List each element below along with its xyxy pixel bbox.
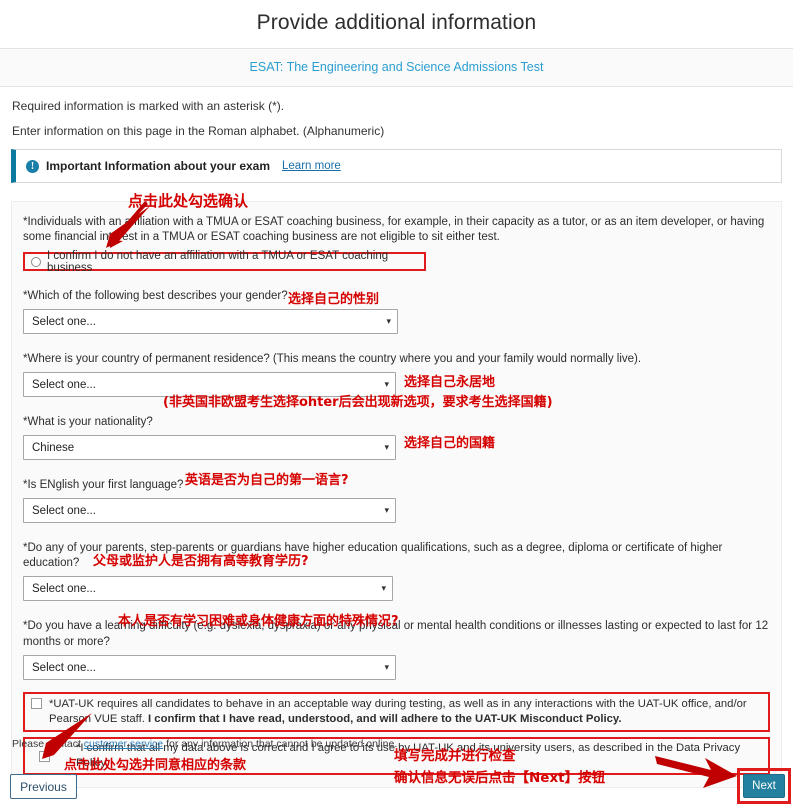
next-button[interactable]: Next <box>743 774 785 798</box>
field-learning-difficulty: *Do you have a learning difficulty (e.g.… <box>23 619 770 680</box>
required-info-note: Required information is marked with an a… <box>12 99 285 113</box>
customer-service-link[interactable]: customer service <box>84 738 163 750</box>
misconduct-text-bold: I confirm that I have read, understood, … <box>148 713 622 725</box>
select-wrap-nationality[interactable]: Chinese ▾ <box>23 435 396 460</box>
select-learning-difficulty[interactable]: Select one... <box>23 655 396 680</box>
field-nationality: *What is your nationality? Chinese ▾ <box>23 415 770 460</box>
additional-info-form: *Individuals with an affiliation with a … <box>11 201 782 788</box>
label-nationality: *What is your nationality? <box>23 416 153 428</box>
exam-subtitle: ESAT: The Engineering and Science Admiss… <box>249 60 544 74</box>
affiliation-confirm-label: I confirm I do not have an affiliation w… <box>47 249 389 274</box>
info-circle-icon: ! <box>26 159 39 173</box>
checkbox-misconduct-label: *UAT-UK requires all candidates to behav… <box>49 697 764 727</box>
customer-service-note: Please contact customer service for any … <box>12 738 397 750</box>
page-title: Provide additional information <box>256 11 537 34</box>
select-gender[interactable]: Select one... <box>23 309 398 334</box>
select-nationality[interactable]: Chinese <box>23 435 396 460</box>
learn-more-link[interactable]: Learn more <box>282 160 341 172</box>
note-before: Please contact <box>12 738 84 750</box>
select-parents-education[interactable]: Select one... <box>23 576 393 601</box>
affiliation-notice: *Individuals with an affiliation with a … <box>23 216 765 243</box>
page-root: Provide additional information ESAT: The… <box>0 0 793 807</box>
select-wrap-gender[interactable]: Select one... ▾ <box>23 309 398 334</box>
important-info-banner: ! Important Information about your exam … <box>11 149 782 183</box>
previous-button[interactable]: Previous <box>10 774 77 799</box>
select-first-language[interactable]: Select one... <box>23 498 396 523</box>
exam-subtitle-bar: ESAT: The Engineering and Science Admiss… <box>0 48 793 87</box>
field-parents-education: *Do any of your parents, step-parents or… <box>23 541 770 601</box>
field-gender: *Which of the following best describes y… <box>23 289 770 334</box>
checkbox-row-misconduct[interactable]: *UAT-UK requires all candidates to behav… <box>23 692 770 732</box>
field-first-language: *Is ENglish your first language? Select … <box>23 478 770 523</box>
select-residence[interactable]: Select one... <box>23 372 396 397</box>
label-gender: *Which of the following best describes y… <box>23 290 288 302</box>
label-learning-difficulty: *Do you have a learning difficulty (e.g.… <box>23 620 769 648</box>
checkbox-privacy[interactable] <box>39 751 50 762</box>
select-wrap-first-language[interactable]: Select one... ▾ <box>23 498 396 523</box>
next-button-highlight: Next <box>737 768 791 804</box>
checkbox-misconduct[interactable] <box>31 698 42 709</box>
roman-alphabet-note: Enter information on this page in the Ro… <box>12 124 385 138</box>
label-residence: *Where is your country of permanent resi… <box>23 353 642 365</box>
note-after: for any information that cannot be updat… <box>163 738 398 750</box>
select-wrap-residence[interactable]: Select one... ▾ <box>23 372 396 397</box>
important-info-label: Important Information about your exam <box>46 159 271 173</box>
intro-text-block: Required information is marked with an a… <box>0 87 793 138</box>
field-residence: *Where is your country of permanent resi… <box>23 352 770 397</box>
label-first-language: *Is ENglish your first language? <box>23 479 184 491</box>
select-wrap-learning-difficulty[interactable]: Select one... ▾ <box>23 655 396 680</box>
select-wrap-parents-education[interactable]: Select one... ▾ <box>23 576 393 601</box>
affiliation-confirm-row[interactable]: I confirm I do not have an affiliation w… <box>23 249 426 274</box>
label-parents-education: *Do any of your parents, step-parents or… <box>23 542 723 569</box>
radio-button-icon[interactable] <box>31 256 41 267</box>
